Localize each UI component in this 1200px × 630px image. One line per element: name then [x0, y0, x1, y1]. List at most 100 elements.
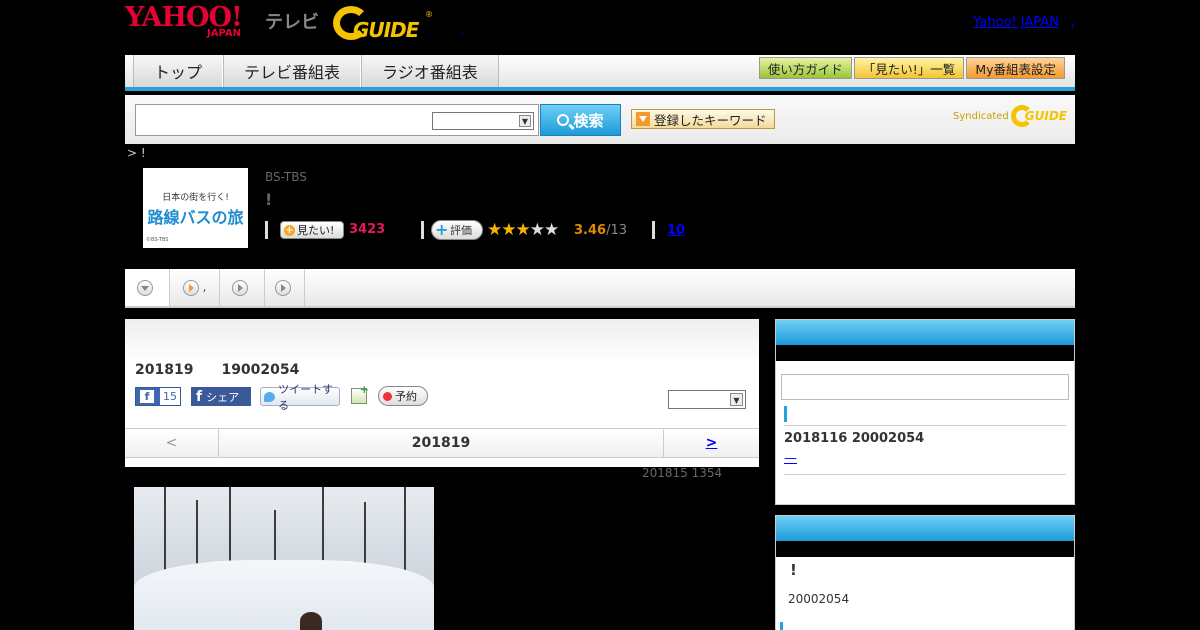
play-icon — [182, 279, 199, 296]
star-rating: ★★★★★ — [487, 220, 559, 240]
sidebar-panel-upcoming: 2018116 20002054 — — [775, 319, 1075, 505]
divider — [265, 221, 268, 239]
facebook-icon: f — [196, 388, 203, 405]
want-to-watch-button[interactable]: + 見たい! — [280, 221, 344, 239]
program-tabs: , — [125, 269, 1075, 308]
divider — [421, 221, 424, 239]
broadcast-select[interactable]: ▼ — [668, 390, 746, 409]
thumbnail-subtitle: 日本の街を行く! — [162, 193, 229, 203]
pager-prev[interactable]: < — [125, 429, 219, 457]
rating-score: 3.46/13 — [574, 223, 627, 238]
search-button[interactable]: 検索 — [540, 104, 621, 136]
search-button-label: 検索 — [573, 111, 604, 130]
thumbnail-copyright: ©BS-TBS — [146, 237, 169, 243]
broadcast-panel: 201819 19002054 f 15 f シェア ツイートする 予約 ▼ <… — [125, 319, 759, 467]
yahoo-logo[interactable]: YAHOO! — [125, 4, 243, 31]
program-photo — [134, 487, 434, 630]
gguide-logo-text: GUIDE — [353, 18, 419, 42]
record-icon — [383, 391, 392, 401]
nav-tab-radio-listings[interactable]: ラジオ番組表 — [361, 55, 499, 87]
tab-details[interactable] — [125, 269, 170, 306]
syndicated-logo-text: GUIDE — [1024, 109, 1067, 123]
syndicated-label: Syndicated — [953, 110, 1009, 122]
my-listings-settings-button[interactable]: My番組表設定 — [966, 57, 1065, 79]
search-category-select[interactable]: ▼ — [432, 112, 534, 130]
play-icon — [274, 279, 291, 296]
tweet-label: ツイートする — [278, 382, 334, 412]
rating-value: 3.46 — [574, 223, 607, 238]
chevron-down-icon: ▼ — [519, 115, 531, 127]
tab-episodes[interactable]: , — [170, 269, 220, 306]
divider — [784, 474, 1066, 475]
star-empty-icon: ★ — [529, 220, 545, 240]
nav-tabs: トップ テレビ番組表 ラジオ番組表 — [133, 55, 499, 87]
chevron-down-icon: ▼ — [730, 393, 743, 406]
star-empty-icon: ★ — [544, 220, 559, 240]
header-separator: , — [461, 26, 465, 37]
divider — [652, 221, 655, 239]
divider — [784, 425, 1066, 426]
sidebar-panel-related: ! 20002054 — [775, 515, 1075, 630]
want-to-watch-label: 見たい! — [297, 224, 335, 237]
star-filled-icon: ★ — [487, 220, 502, 240]
pager-current-date: 201819 — [411, 435, 471, 451]
header-trailing-separator: , — [1070, 15, 1075, 30]
want-list-button[interactable]: 「見たい!」一覧 — [853, 57, 965, 79]
reserve-label: 予約 — [395, 390, 417, 403]
rate-button[interactable]: + 評価 — [431, 220, 483, 240]
date-pager: < 201819 > — [125, 428, 759, 458]
add-to-calendar-icon[interactable] — [351, 383, 369, 404]
program-title: ! — [265, 190, 273, 209]
sidebar-program-time: 20002054 — [788, 592, 850, 606]
tab-reviews[interactable] — [220, 269, 265, 306]
tab-related[interactable] — [265, 269, 305, 306]
saved-keywords-button[interactable]: 登録したキーワード — [631, 109, 775, 129]
tweet-button[interactable]: ツイートする — [260, 383, 340, 412]
twitter-bird-icon — [264, 391, 276, 402]
facebook-share-button[interactable]: f シェア — [191, 387, 251, 406]
sidebar-header-strip — [776, 345, 1074, 361]
rating-count: /13 — [606, 223, 627, 238]
star-filled-icon: ★ — [501, 220, 516, 240]
yahoo-logo-sub: JAPAN — [207, 28, 241, 39]
program-stats: + 見たい! 3423 + 評価 ★★★★★ 3.46/13 10 — [265, 220, 725, 242]
gguide-registered-mark: ® — [425, 10, 433, 19]
sidebar-program-title[interactable]: ! — [790, 561, 797, 579]
air-date: 201819 19002054 — [135, 362, 300, 378]
sidebar-link[interactable]: — — [784, 451, 797, 466]
section-marker — [780, 622, 783, 630]
facebook-share-label: シェア — [206, 390, 240, 404]
facebook-like-count: 15 — [160, 388, 180, 405]
sidebar-header — [776, 516, 1074, 541]
sidebar-header — [776, 320, 1074, 345]
thumbnail-title: 路線バスの旅 — [147, 208, 244, 227]
share-row: f 15 f シェア ツイートする 予約 — [135, 383, 745, 412]
plus-icon: + — [284, 224, 295, 236]
channel-name: BS-TBS — [265, 170, 307, 184]
facebook-like-button[interactable]: f 15 — [135, 387, 181, 406]
yahoo-japan-link[interactable]: Yahoo! JAPAN — [973, 15, 1059, 30]
section-marker — [784, 406, 787, 422]
star-filled-icon: ★ — [515, 220, 531, 240]
nav-buttons: 使い方ガイド 「見たい!」一覧 My番組表設定 — [758, 57, 1065, 79]
rate-label: 評価 — [450, 224, 472, 237]
search-bar: ▼ 検索 登録したキーワード Syndicated GUIDE — [125, 95, 1075, 144]
updated-timestamp: 201815 1354 — [642, 466, 723, 480]
reviews-link[interactable]: 10 — [667, 223, 685, 238]
reserve-button[interactable]: 予約 — [378, 386, 428, 406]
play-icon — [232, 279, 248, 296]
pager-next[interactable]: > — [663, 429, 759, 457]
saved-keywords-label: 登録したキーワード — [654, 112, 767, 128]
main-nav: トップ テレビ番組表 ラジオ番組表 使い方ガイド 「見たい!」一覧 My番組表設… — [125, 55, 1075, 91]
sidebar-input[interactable] — [781, 374, 1069, 400]
breadcrumb: > ! — [127, 146, 146, 160]
nav-tab-top[interactable]: トップ — [133, 55, 224, 87]
chevron-down-icon — [137, 279, 153, 296]
tab-label: , — [202, 281, 207, 294]
usage-guide-button[interactable]: 使い方ガイド — [758, 57, 852, 79]
nav-tab-tv-listings[interactable]: テレビ番組表 — [223, 55, 362, 87]
person-head — [300, 612, 322, 630]
dropdown-arrow-icon — [636, 112, 650, 126]
site-header: YAHOO! JAPAN テレビ GUIDE ® , Yahoo! JAPAN … — [125, 0, 1075, 52]
want-count: 3423 — [349, 222, 386, 237]
